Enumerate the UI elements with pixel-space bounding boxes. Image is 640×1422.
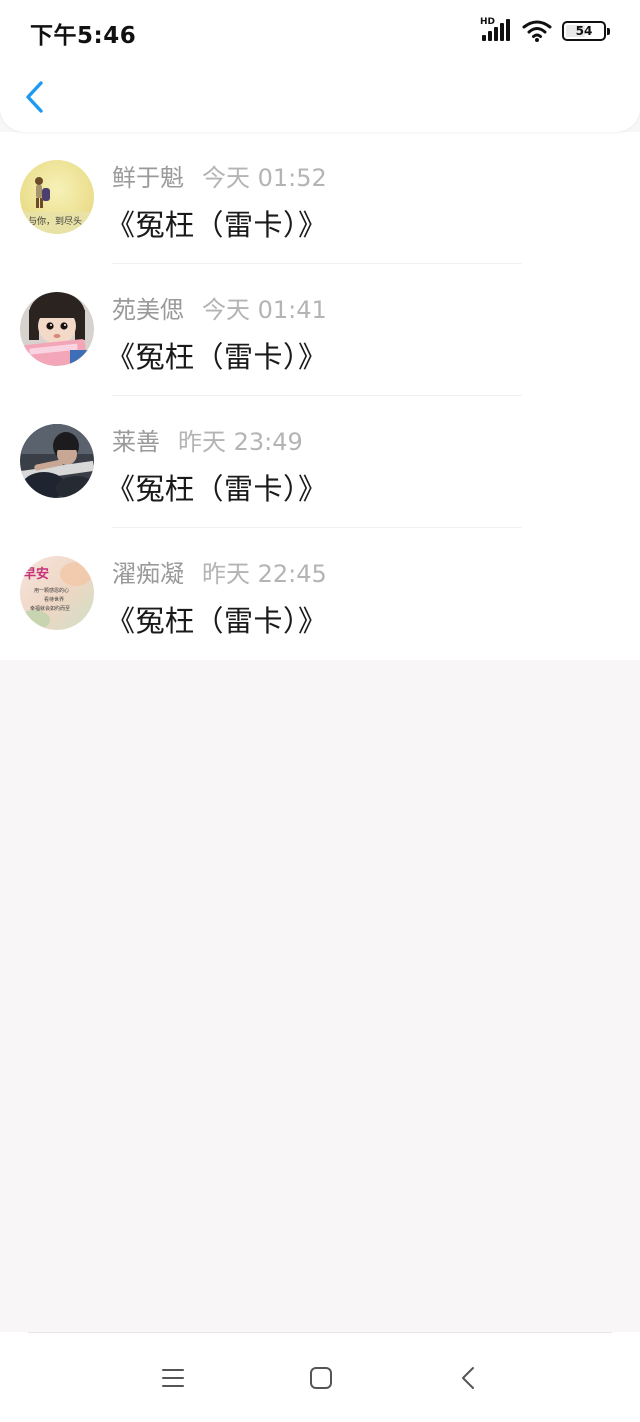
header: 下午5:46 HD 54 <box>0 0 640 132</box>
avatar-title: 早安 <box>23 566 49 582</box>
avatar <box>20 424 94 498</box>
status-bar: 下午5:46 HD 54 <box>0 0 640 64</box>
list-item[interactable]: 早安 用一颗感恩的心 看待世界 幸福就会如约而至 濯痴凝 昨天 22:45 《冤… <box>0 528 640 660</box>
divider <box>28 1332 612 1333</box>
message-title: 《冤枉（雷卡）》 <box>106 472 328 506</box>
screen: 下午5:46 HD 54 与你，到尽头 鲜于魁 今天 01:52 《冤枉（雷卡）… <box>0 0 640 1422</box>
hd-signal-icon: HD <box>480 17 512 43</box>
row-meta: 苑美偲 今天 01:41 <box>112 290 327 325</box>
row-meta: 莱善 昨天 23:49 <box>112 422 303 457</box>
avatar-good-morning: 早安 用一颗感恩的心 看待世界 幸福就会如约而至 <box>20 556 94 630</box>
avatar-dark-photo <box>20 424 94 498</box>
avatar: 与你，到尽头 <box>20 160 94 234</box>
message-title: 《冤枉（雷卡）》 <box>106 340 328 374</box>
avatar-line-3: 幸福就会如约而至 <box>30 605 70 612</box>
home-button[interactable] <box>301 1360 341 1396</box>
sender-name: 濯痴凝 <box>112 560 184 588</box>
avatar-line-1: 用一颗感恩的心 <box>34 587 69 594</box>
message-list: 与你，到尽头 鲜于魁 今天 01:52 《冤枉（雷卡）》 苑美偲 今天 01:4… <box>0 132 640 660</box>
message-time: 昨天 23:49 <box>178 428 303 456</box>
system-nav-bar <box>0 1332 640 1422</box>
sender-name: 苑美偲 <box>112 296 184 324</box>
message-time: 昨天 22:45 <box>202 560 327 588</box>
menu-button[interactable] <box>153 1360 193 1396</box>
chevron-left-icon <box>26 81 43 113</box>
message-title: 《冤枉（雷卡）》 <box>106 208 328 242</box>
row-meta: 鲜于魁 今天 01:52 <box>112 158 327 193</box>
sender-name: 莱善 <box>112 428 160 456</box>
row-meta: 濯痴凝 昨天 22:45 <box>112 554 327 589</box>
wifi-icon <box>522 20 552 42</box>
message-time: 今天 01:41 <box>202 296 327 324</box>
avatar-caption: 与你，到尽头 <box>28 215 82 227</box>
back-triangle-icon <box>462 1367 474 1389</box>
battery-icon: 54 <box>562 21 610 41</box>
avatar-line-2: 看待世界 <box>44 596 64 603</box>
battery-level: 54 <box>575 24 593 38</box>
avatar-yellow-girl: 与你，到尽头 <box>20 160 94 234</box>
sender-name: 鲜于魁 <box>112 164 184 192</box>
status-time: 下午5:46 <box>30 23 137 49</box>
avatar <box>20 292 94 366</box>
network-label: HD <box>480 17 496 27</box>
menu-icon <box>162 1369 184 1387</box>
back-button[interactable] <box>18 78 54 116</box>
avatar: 早安 用一颗感恩的心 看待世界 幸福就会如约而至 <box>20 556 94 630</box>
status-icons: HD 54 <box>480 17 610 44</box>
list-item[interactable]: 与你，到尽头 鲜于魁 今天 01:52 《冤枉（雷卡）》 <box>0 132 640 264</box>
system-back-button[interactable] <box>448 1360 488 1396</box>
avatar-child <box>20 292 94 366</box>
home-square-icon <box>310 1367 332 1389</box>
list-item[interactable]: 莱善 昨天 23:49 《冤枉（雷卡）》 <box>0 396 640 528</box>
list-item[interactable]: 苑美偲 今天 01:41 《冤枉（雷卡）》 <box>0 264 640 396</box>
message-title: 《冤枉（雷卡）》 <box>106 604 328 638</box>
message-time: 今天 01:52 <box>202 164 327 192</box>
